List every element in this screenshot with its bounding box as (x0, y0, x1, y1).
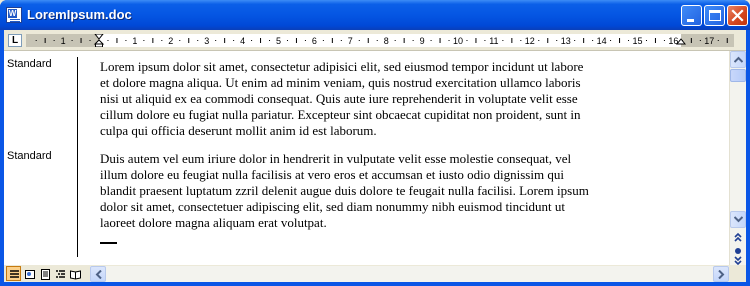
scroll-up-icon (734, 56, 743, 63)
scroll-left-button[interactable] (90, 266, 106, 282)
minimize-button[interactable] (681, 5, 702, 26)
print-layout-button[interactable] (37, 266, 52, 281)
scroll-left-icon (95, 270, 102, 279)
style-area-divider[interactable] (77, 57, 78, 257)
style-area: Standard Standard (4, 51, 78, 265)
horizontal-scrollbar[interactable] (90, 266, 729, 282)
ruler-number: 8 (384, 36, 389, 46)
word-window: W LoremIpsum.doc L 1 1 2 3 4 5 6 7 8 9 10 11 12 13 14 1… (0, 0, 750, 286)
scroll-down-icon (734, 216, 743, 223)
maximize-icon (709, 10, 721, 21)
ruler-number: 15 (632, 36, 642, 46)
ruler-number: 10 (453, 36, 463, 46)
ruler-number: 4 (240, 36, 245, 46)
horizontal-ruler[interactable]: 1 1 2 3 4 5 6 7 8 9 10 11 12 13 14 15 16 17 (26, 34, 734, 47)
end-of-document-marker (100, 242, 117, 244)
web-layout-icon (25, 270, 35, 279)
next-page-button[interactable] (731, 256, 745, 266)
tab-selector-button[interactable]: L (8, 34, 22, 47)
minimize-icon (687, 19, 694, 22)
ruler-number: 3 (204, 36, 209, 46)
close-button[interactable] (727, 5, 748, 26)
close-icon (731, 9, 744, 22)
document-area[interactable]: Standard Standard Lorem ipsum dolor sit … (4, 51, 729, 265)
scroll-down-button[interactable] (730, 211, 746, 228)
scroll-up-button[interactable] (730, 51, 746, 68)
ruler-number: 7 (348, 36, 353, 46)
ruler-number: 12 (525, 36, 535, 46)
ruler-number: 17 (704, 36, 714, 46)
ruler-number: 1 (61, 36, 66, 46)
title-bar[interactable]: W LoremIpsum.doc (0, 0, 750, 30)
ruler-bar: L 1 1 2 3 4 5 6 7 8 9 10 11 12 13 14 15 16 17 (4, 30, 746, 51)
print-layout-icon (41, 269, 50, 280)
normal-view-icon (10, 270, 19, 278)
next-page-icon (734, 256, 742, 266)
ruler-number: 13 (561, 36, 571, 46)
web-layout-button[interactable] (22, 266, 37, 281)
maximize-button[interactable] (704, 5, 725, 26)
ruler-number: 2 (168, 36, 173, 46)
outline-view-button[interactable] (52, 266, 67, 281)
ruler-number: 14 (597, 36, 607, 46)
scroll-thumb[interactable] (730, 69, 746, 82)
view-and-scroll-bar (4, 265, 746, 282)
word-document-icon[interactable]: W (6, 7, 22, 23)
style-label[interactable]: Standard (7, 58, 52, 71)
ruler-number: 9 (420, 36, 425, 46)
previous-page-icon (734, 232, 742, 242)
client-area: L 1 1 2 3 4 5 6 7 8 9 10 11 12 13 14 15 16 17 (4, 30, 746, 282)
window-title: LoremIpsum.doc (27, 7, 132, 22)
outline-view-icon (56, 270, 65, 278)
scroll-right-icon (718, 270, 725, 279)
reading-layout-button[interactable] (67, 266, 82, 281)
scroll-right-button[interactable] (713, 266, 729, 282)
paragraph[interactable]: Lorem ipsum dolor sit amet, consectetur … (100, 59, 684, 139)
normal-view-button[interactable] (6, 266, 21, 281)
ruler-number: 6 (312, 36, 317, 46)
ruler-number: 1 (132, 36, 137, 46)
reading-layout-icon (70, 270, 81, 280)
ruler-number: 5 (276, 36, 281, 46)
paragraph[interactable]: Duis autem vel eum iriure dolor in hendr… (100, 151, 684, 231)
ruler-number: 11 (489, 36, 498, 46)
previous-page-button[interactable] (731, 230, 745, 244)
style-label[interactable]: Standard (7, 150, 52, 163)
vertical-scrollbar[interactable] (729, 51, 746, 266)
